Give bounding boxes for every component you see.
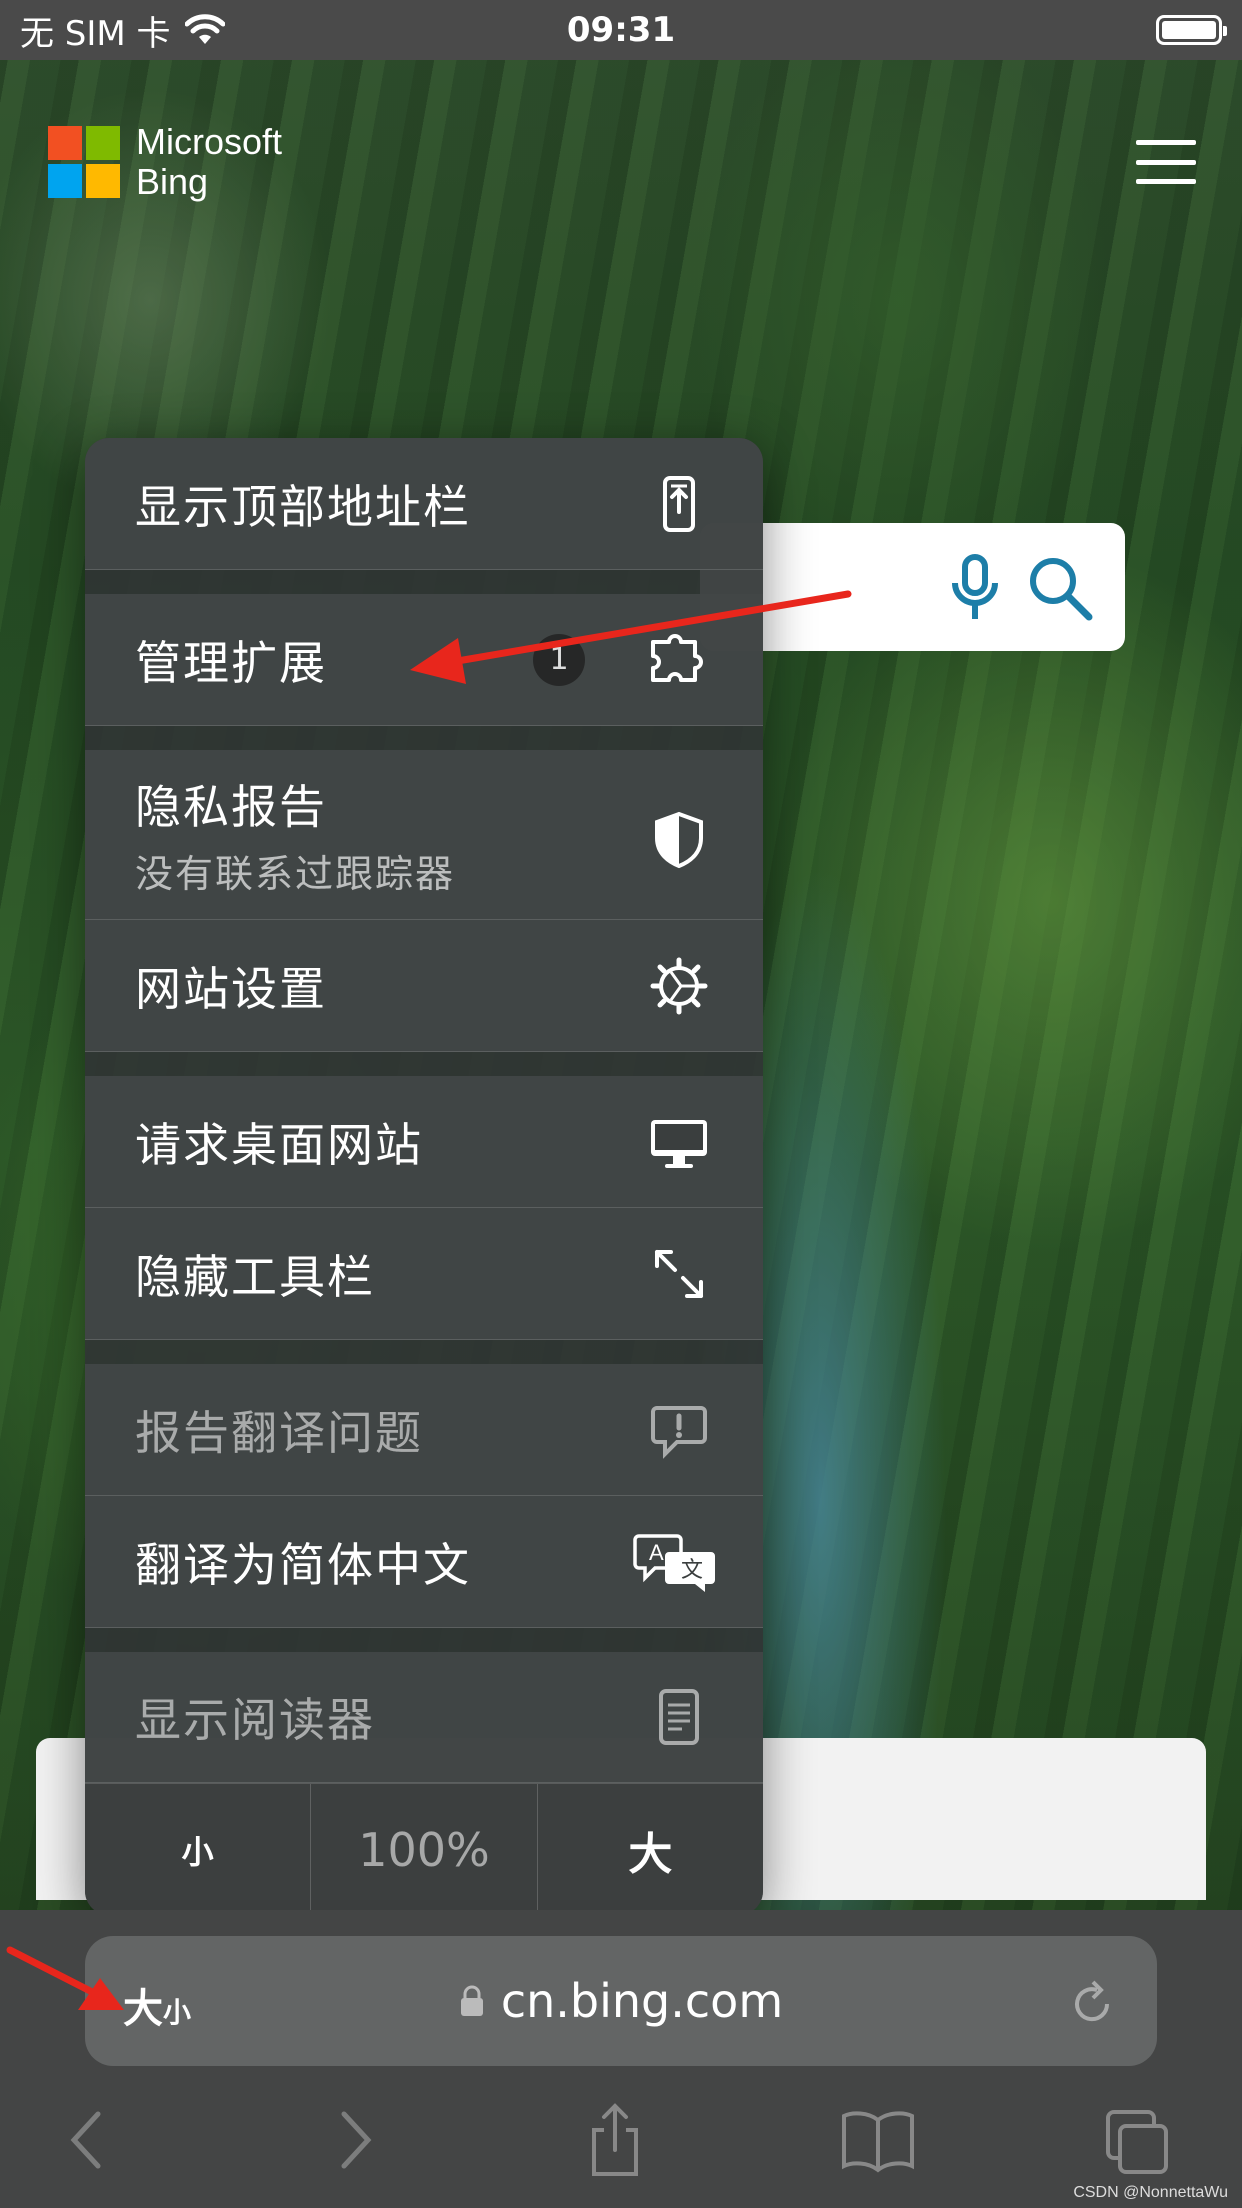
carrier-label: 无 SIM 卡 — [20, 13, 171, 54]
svg-text:文: 文 — [681, 1558, 703, 1583]
address-bar-top-icon — [663, 475, 695, 532]
hamburger-menu-icon[interactable] — [1136, 140, 1196, 184]
forward-icon[interactable] — [320, 2100, 390, 2180]
desktop-icon — [651, 1119, 707, 1168]
brand-line-1: Microsoft — [136, 121, 283, 162]
back-icon[interactable] — [52, 2100, 122, 2180]
extension-count-badge: 1 — [533, 633, 585, 686]
url-text[interactable]: cn.bing.com — [501, 1974, 783, 2028]
menu-item-show-reader[interactable]: 显示阅读器 — [85, 1652, 763, 1783]
translate-icon: A 文 — [633, 1533, 715, 1592]
search-box[interactable] — [700, 523, 1125, 651]
bing-logo[interactable]: Microsoft Bing — [48, 122, 282, 202]
menu-item-translate-simplified-chinese[interactable]: 翻译为简体中文 A 文 — [85, 1496, 763, 1628]
menu-item-manage-extensions[interactable]: 管理扩展 1 — [85, 594, 763, 726]
microphone-icon[interactable] — [945, 553, 1005, 623]
search-icon[interactable] — [1025, 553, 1095, 623]
battery-icon — [1156, 15, 1227, 45]
reader-icon — [659, 1689, 699, 1745]
menu-item-website-settings[interactable]: 网站设置 — [85, 920, 763, 1052]
lock-icon — [460, 1985, 483, 2016]
microsoft-logo-icon — [48, 126, 120, 198]
status-bar: 无 SIM 卡 09:31 — [0, 0, 1242, 60]
brand-line-2: Bing — [136, 161, 209, 202]
page-menu-popover: 显示顶部地址栏 管理扩展 1 隐私报告 没有联系过跟踪器 网站设置 请求桌面网站… — [85, 438, 763, 1915]
privacy-report-subtitle: 没有联系过跟踪器 — [135, 852, 456, 896]
watermark: CSDN @NonnettaWu — [1073, 2184, 1228, 2201]
zoom-smaller-button[interactable]: 小 — [85, 1784, 312, 1915]
expand-arrows-icon — [655, 1249, 703, 1298]
wifi-icon — [184, 14, 225, 44]
svg-text:A: A — [649, 1540, 664, 1565]
share-icon[interactable] — [580, 2100, 650, 2180]
tabs-icon[interactable] — [1102, 2100, 1172, 2180]
text-zoom-controls: 小 100% 大 — [85, 1783, 763, 1915]
zoom-larger-button[interactable]: 大 — [538, 1784, 763, 1915]
menu-item-report-translation-issue[interactable]: 报告翻译问题 — [85, 1364, 763, 1496]
menu-item-privacy-report[interactable]: 隐私报告 没有联系过跟踪器 — [85, 750, 763, 920]
gear-icon — [650, 957, 708, 1014]
zoom-level-button[interactable]: 100% — [311, 1784, 538, 1915]
shield-icon — [655, 811, 703, 869]
reload-icon[interactable] — [1067, 1978, 1117, 2028]
bookmarks-icon[interactable] — [838, 2100, 918, 2180]
extension-puzzle-icon — [651, 633, 703, 682]
menu-item-hide-toolbar[interactable]: 隐藏工具栏 — [85, 1208, 763, 1340]
browser-toolbar — [0, 2100, 1242, 2190]
address-bar[interactable]: 大小 cn.bing.com — [85, 1936, 1157, 2066]
report-bubble-icon — [651, 1405, 707, 1459]
menu-item-show-top-address-bar[interactable]: 显示顶部地址栏 — [85, 438, 763, 570]
menu-item-request-desktop-site[interactable]: 请求桌面网站 — [85, 1076, 763, 1208]
